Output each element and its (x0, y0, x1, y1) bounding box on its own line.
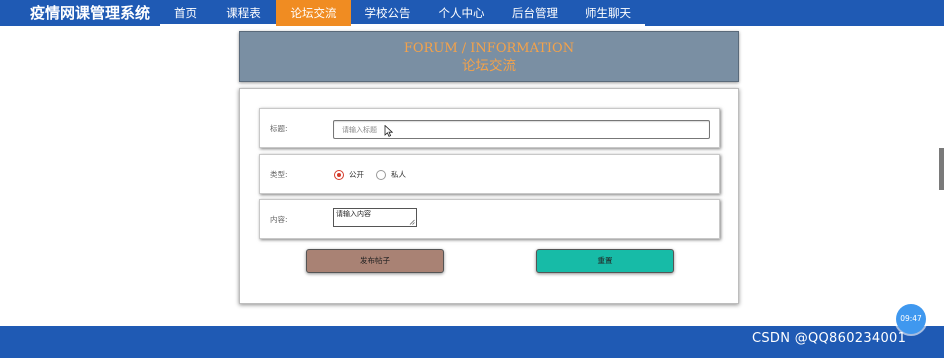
title-input[interactable]: 请输入标题 (333, 120, 710, 139)
nav-item-forum[interactable]: 论坛交流 (276, 0, 351, 26)
banner-title-en: FORUM / INFORMATION (403, 41, 575, 56)
nav-item-announcements[interactable]: 学校公告 (351, 0, 424, 26)
nav-item-personal-center[interactable]: 个人中心 (424, 0, 499, 26)
nav-item-home[interactable]: 首页 (160, 0, 211, 26)
submit-post-button[interactable]: 发布帖子 (306, 249, 444, 273)
content-row: 内容: 请输入内容 (259, 199, 720, 239)
main-nav: 首页 课程表 论坛交流 学校公告 个人中心 后台管理 师生聊天 (160, 0, 645, 26)
nav-item-admin[interactable]: 后台管理 (499, 0, 571, 26)
title-label: 标题: (270, 124, 288, 133)
banner-title-cn: 论坛交流 (462, 58, 516, 74)
radio-private-indicator[interactable] (376, 170, 386, 180)
app-title: 疫情网课管理系统 (30, 4, 151, 22)
radio-private[interactable]: 私人 (376, 169, 406, 181)
radio-public-label: 公开 (349, 170, 364, 179)
title-placeholder: 请输入标题 (342, 126, 377, 134)
nav-item-chat[interactable]: 师生聊天 (571, 0, 645, 26)
nav-item-schedule[interactable]: 课程表 (211, 0, 276, 26)
radio-public-indicator[interactable] (334, 170, 344, 180)
post-form-card: 标题: 请输入标题 类型: 公开 私人 内容: 请输入内容 发布帖子 重置 (239, 88, 739, 304)
title-row: 标题: 请输入标题 (259, 108, 720, 148)
mouse-pointer-icon (384, 125, 393, 137)
reset-button[interactable]: 重置 (536, 249, 674, 273)
radio-public[interactable]: 公开 (334, 169, 364, 181)
radio-private-label: 私人 (391, 170, 406, 179)
resize-handle-icon[interactable] (409, 219, 415, 225)
content-textarea[interactable]: 请输入内容 (333, 208, 417, 227)
type-label: 类型: (270, 170, 288, 179)
content-label: 内容: (270, 215, 288, 224)
page-scrollbar[interactable] (939, 148, 944, 190)
page-banner: FORUM / INFORMATION 论坛交流 (239, 31, 739, 82)
top-navbar: 疫情网课管理系统 首页 课程表 论坛交流 学校公告 个人中心 后台管理 师生聊天 (0, 0, 944, 26)
content-placeholder: 请输入内容 (336, 210, 371, 218)
watermark-text: CSDN @QQ860234001 (752, 331, 907, 346)
type-row: 类型: 公开 私人 (259, 154, 720, 194)
